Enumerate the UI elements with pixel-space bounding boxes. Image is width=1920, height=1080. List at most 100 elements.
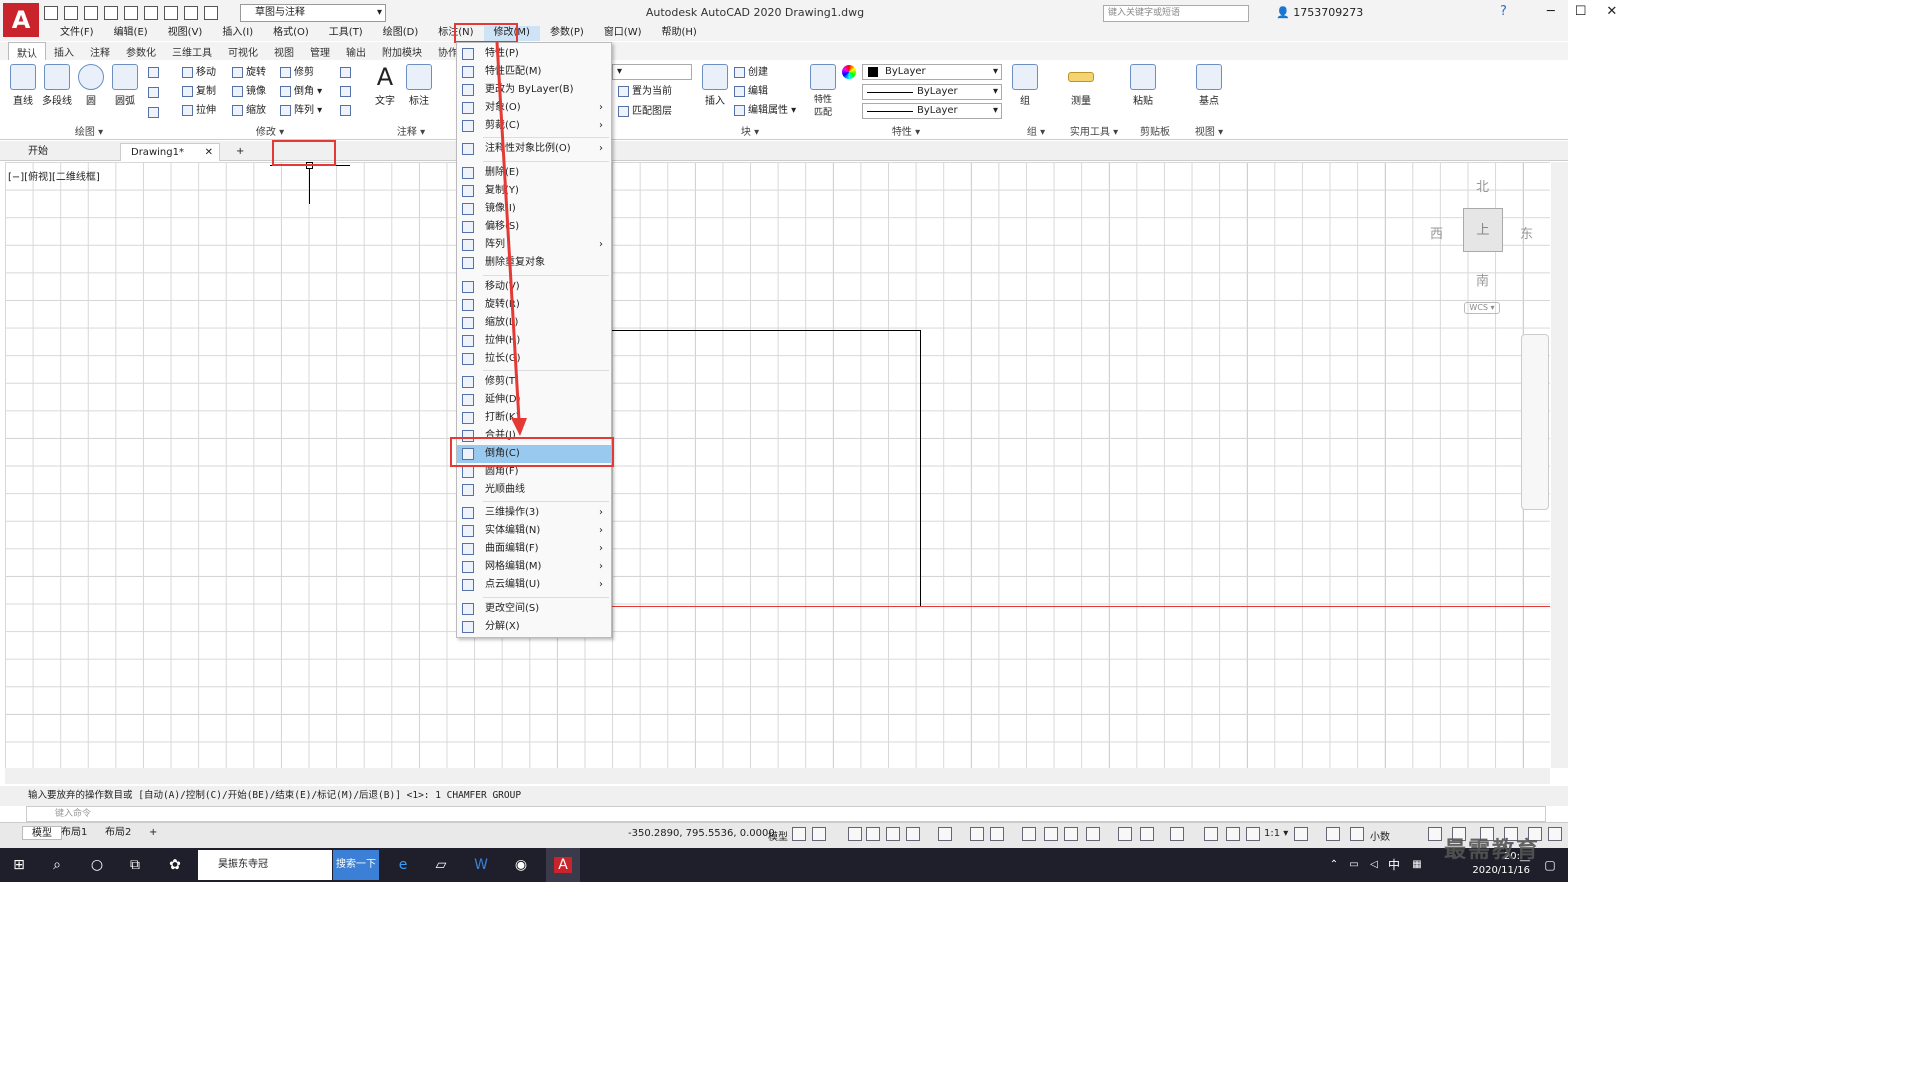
layout-tab-layout2[interactable]: 布局2 xyxy=(96,826,140,840)
app-pinned-icon[interactable]: ✿ xyxy=(160,848,190,882)
user-account[interactable]: 👤 1753709273 xyxy=(1276,6,1363,19)
viewport-controls[interactable]: [−][俯视][二维线框] xyxy=(8,168,100,183)
minimize-button[interactable]: ─ xyxy=(1547,4,1555,19)
layer-select[interactable]: ▾ xyxy=(612,64,692,80)
menu-item-properties[interactable]: 特性(P) xyxy=(457,45,611,63)
insert-block-button[interactable]: 插入 xyxy=(698,62,732,107)
search-icon[interactable]: ⌕ xyxy=(42,848,72,882)
menu-format[interactable]: 格式(O) xyxy=(263,26,319,41)
add-tab-button[interactable]: + xyxy=(226,143,254,161)
selection-cycling-icon[interactable] xyxy=(1064,827,1078,841)
wps-icon[interactable]: W xyxy=(466,848,496,882)
menu-view[interactable]: 视图(V) xyxy=(158,26,213,41)
taskbar-search-button[interactable]: 搜索一下 xyxy=(333,850,379,880)
polyline-button[interactable]: 多段线 xyxy=(40,62,74,107)
redo-icon[interactable] xyxy=(204,6,218,20)
edge-icon[interactable]: e xyxy=(388,848,418,882)
panel-properties-label[interactable]: 特性 ▾ xyxy=(806,123,1006,138)
menu-item-mesh-edit[interactable]: 网格编辑(M) › xyxy=(457,558,611,576)
transparency-icon[interactable] xyxy=(1044,827,1058,841)
base-view-button[interactable]: 基点 xyxy=(1192,62,1226,107)
array-button[interactable]: 阵列 ▾ xyxy=(280,102,322,119)
layout-tab-layout1[interactable]: 布局1 xyxy=(52,826,96,840)
menu-item-copy[interactable]: 复制(Y) xyxy=(457,182,611,200)
notepad-icon[interactable]: ▱ xyxy=(426,848,456,882)
taskbar-search-input[interactable]: 昊振东寺冠 xyxy=(198,850,332,880)
customization-icon[interactable] xyxy=(1548,827,1562,841)
erase-button[interactable] xyxy=(340,64,354,81)
workspace-gear-icon[interactable] xyxy=(1294,827,1308,841)
close-tab-icon[interactable]: ✕ xyxy=(205,144,213,162)
snap-icon[interactable] xyxy=(812,827,826,841)
wcs-menu[interactable]: WCS ▾ xyxy=(1464,302,1500,314)
panel-block-label[interactable]: 块 ▾ xyxy=(698,123,802,138)
match-layer-button[interactable]: 匹配图层 xyxy=(618,103,672,120)
tab-view[interactable]: 视图 xyxy=(266,42,302,60)
dimension-button[interactable]: 标注 xyxy=(402,62,436,107)
units-select[interactable]: 小数 xyxy=(1370,828,1390,843)
menu-item-lengthen[interactable]: 拉长(G) xyxy=(457,350,611,368)
trim-button[interactable]: 修剪 xyxy=(280,64,314,81)
3d-osnap-icon[interactable] xyxy=(1086,827,1100,841)
tab-3d-tools[interactable]: 三维工具 xyxy=(164,42,220,60)
lineweight-select[interactable]: ByLayer ▾ xyxy=(862,103,1002,119)
menu-item-surface-edit[interactable]: 曲面编辑(F) › xyxy=(457,540,611,558)
annotation-scale-select[interactable]: 1:1 ▾ xyxy=(1264,828,1288,839)
auto-scale-icon[interactable] xyxy=(1226,827,1240,841)
saveas-icon[interactable] xyxy=(104,6,118,20)
move-button[interactable]: 移动 xyxy=(182,64,216,81)
menu-item-overkill[interactable]: 删除重复对象 xyxy=(457,254,611,272)
menu-item-stretch[interactable]: 拉伸(H) xyxy=(457,332,611,350)
tab-start[interactable]: 开始 xyxy=(18,143,118,161)
search-input[interactable]: 键入关键字或短语 xyxy=(1103,5,1249,22)
dynamic-ucs-icon[interactable] xyxy=(1118,827,1132,841)
menu-file[interactable]: 文件(F) xyxy=(50,26,104,41)
menu-item-match-properties[interactable]: 特性匹配(M) xyxy=(457,63,611,81)
close-button[interactable]: ✕ xyxy=(1606,4,1617,19)
tab-manage[interactable]: 管理 xyxy=(302,42,338,60)
new-icon[interactable] xyxy=(44,6,58,20)
linetype-select[interactable]: ByLayer ▾ xyxy=(862,84,1002,100)
infer-icon[interactable] xyxy=(848,827,862,841)
menu-item-3d-operation[interactable]: 三维操作(3) › xyxy=(457,504,611,522)
mirror-button[interactable]: 镜像 xyxy=(232,83,266,100)
undo-icon[interactable] xyxy=(184,6,198,20)
panel-utilities-label[interactable]: 实用工具 ▾ xyxy=(1064,123,1124,138)
help-icon[interactable]: ? xyxy=(1500,4,1507,19)
annotation-visibility-icon[interactable] xyxy=(1204,827,1218,841)
edit-attributes-button[interactable]: 编辑属性 ▾ xyxy=(734,102,796,119)
windows-start-icon[interactable]: ⊞ xyxy=(4,848,34,882)
match-properties-button[interactable]: 特性 匹配 xyxy=(806,62,840,118)
viewcube-north[interactable]: 北 xyxy=(1476,176,1489,195)
selection-filter-icon[interactable] xyxy=(1140,827,1154,841)
ortho-icon[interactable] xyxy=(886,827,900,841)
menu-item-pointcloud-edit[interactable]: 点云编辑(U) › xyxy=(457,576,611,594)
panel-draw-label[interactable]: 绘图 ▾ xyxy=(4,123,174,138)
tab-parametric[interactable]: 参数化 xyxy=(118,42,164,60)
tab-output[interactable]: 输出 xyxy=(338,42,374,60)
color-select[interactable]: ByLayer ▾ xyxy=(862,64,1002,80)
viewcube-top[interactable]: 上 xyxy=(1463,208,1503,252)
menu-item-explode[interactable]: 分解(X) xyxy=(457,618,611,636)
viewcube-west[interactable]: 西 xyxy=(1430,223,1443,242)
annotation-scale-icon[interactable] xyxy=(1246,827,1260,841)
arc-button[interactable]: 圆弧 xyxy=(108,62,142,107)
edit-block-button[interactable]: 编辑 xyxy=(734,83,768,100)
open-icon[interactable] xyxy=(64,6,78,20)
lineweight-icon[interactable] xyxy=(1022,827,1036,841)
offset-button[interactable] xyxy=(340,102,354,119)
scale-button[interactable]: 缩放 xyxy=(232,102,266,119)
menu-parametric[interactable]: 参数(P) xyxy=(540,26,594,41)
tab-insert[interactable]: 插入 xyxy=(46,42,82,60)
menu-item-bylayer[interactable]: 更改为 ByLayer(B) xyxy=(457,81,611,99)
otrack-icon[interactable] xyxy=(970,827,984,841)
workspace-select[interactable]: 草图与注释 ▾ xyxy=(240,4,386,22)
measure-button[interactable]: 测量 xyxy=(1064,62,1098,107)
menu-item-object[interactable]: 对象(O) › xyxy=(457,99,611,117)
isodraft-icon[interactable] xyxy=(938,827,952,841)
ime-indicator[interactable]: 中 xyxy=(1386,848,1402,882)
horizontal-scrollbar[interactable] xyxy=(5,768,1550,784)
annotation-monitor-icon[interactable] xyxy=(1326,827,1340,841)
group-button[interactable]: 组 xyxy=(1008,62,1042,107)
osnap-icon[interactable] xyxy=(990,827,1004,841)
